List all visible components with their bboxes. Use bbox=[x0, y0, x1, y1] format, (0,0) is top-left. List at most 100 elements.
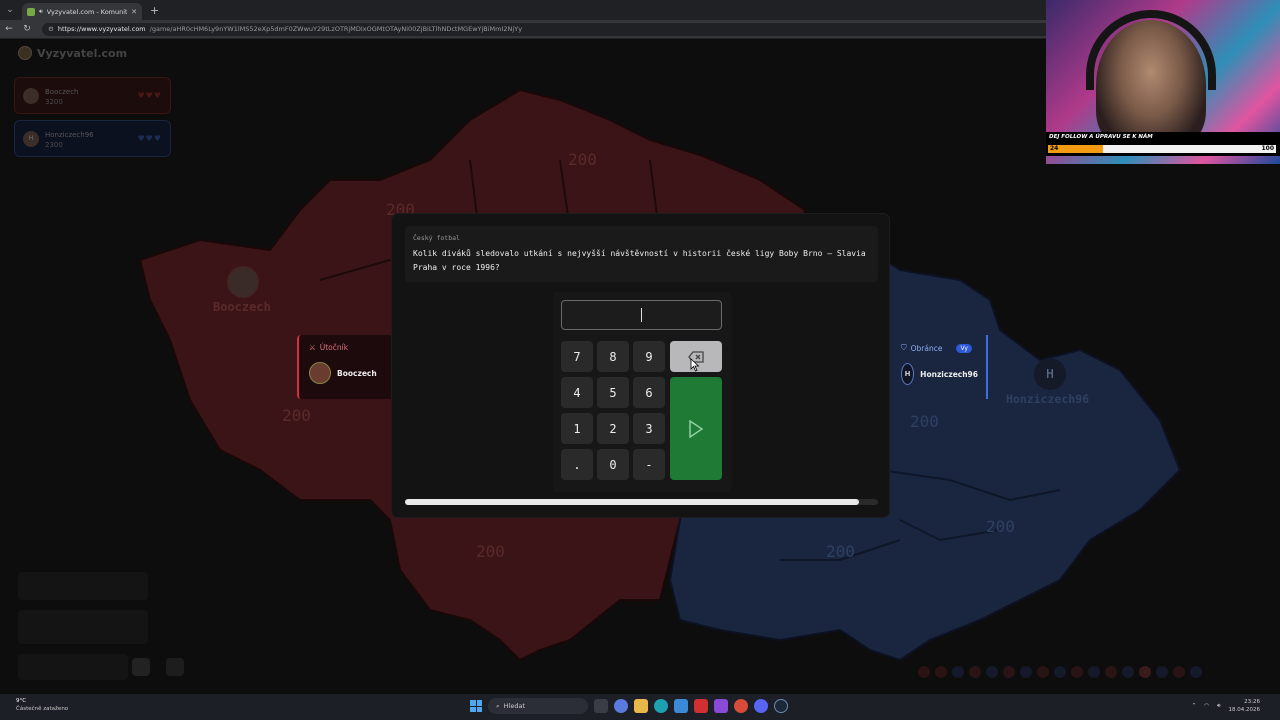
defender-panel: ⛉ Obránce Vy H Honziczech96 bbox=[893, 335, 988, 399]
headset-icon bbox=[1086, 10, 1216, 90]
key-8[interactable]: 8 bbox=[597, 341, 629, 372]
avatar bbox=[309, 362, 331, 384]
key-5[interactable]: 5 bbox=[597, 377, 629, 408]
text-caret bbox=[641, 308, 642, 322]
territory-value[interactable]: 200 bbox=[282, 406, 311, 425]
steam-icon[interactable] bbox=[774, 699, 788, 713]
avatar: H bbox=[23, 130, 39, 147]
weather-desc: Částečně zataženo bbox=[16, 706, 69, 712]
reload-icon[interactable]: ↻ bbox=[18, 24, 36, 34]
question-modal: Český fotbal Kolik diváků sledovalo utká… bbox=[392, 214, 889, 517]
volume-icon[interactable]: 🔊︎ bbox=[1217, 703, 1220, 710]
edge-icon[interactable] bbox=[654, 699, 668, 713]
chat-panel bbox=[18, 610, 148, 644]
player-card-red: Booczech 3200 ♥♥♥ bbox=[14, 77, 171, 114]
avatar bbox=[23, 87, 39, 104]
clock-date: 18.04.2026 bbox=[1228, 707, 1261, 713]
copilot-icon[interactable] bbox=[614, 699, 628, 713]
you-badge: Vy bbox=[956, 343, 972, 353]
system-tray: ⌃ ◠ 🔊︎ 23:26 18.04.2026 bbox=[1192, 698, 1260, 714]
follow-goal-bar: DEJ FOLLOW A ÚPRAVU SE K NÁM 24 100 bbox=[1046, 132, 1280, 156]
player-name: Booczech bbox=[45, 87, 79, 96]
url-path: /game/aHR0cHM6Ly9nYW1lMS52eXp5dmF0ZWwuY2… bbox=[149, 25, 523, 33]
player-score: 2300 bbox=[45, 140, 63, 149]
send-button[interactable] bbox=[132, 658, 150, 676]
blue-base-name: Honziczech96 bbox=[1006, 392, 1090, 406]
territory-value[interactable]: 200 bbox=[986, 517, 1015, 536]
site-logo[interactable]: Vyzyvatel.com bbox=[18, 46, 127, 60]
url-field[interactable]: ⚙︎ https://www.vyzyvatel.com/game/aHR0cH… bbox=[42, 22, 1062, 36]
back-icon[interactable]: ← bbox=[0, 24, 18, 34]
chat-panel bbox=[18, 572, 148, 600]
defender-name: Honziczech96 bbox=[920, 369, 978, 379]
player-card-blue: H Honziczech96 2300 ♥♥♥ bbox=[14, 120, 171, 157]
taskbar-apps: ⌕ Hledat bbox=[470, 698, 788, 714]
red-base-avatar bbox=[227, 266, 259, 298]
player-name: Honziczech96 bbox=[45, 130, 94, 139]
emoji-button[interactable] bbox=[166, 658, 184, 676]
goal-current: 24 bbox=[1050, 145, 1059, 152]
key-2[interactable]: 2 bbox=[597, 413, 629, 444]
territory-value[interactable]: 200 bbox=[826, 542, 855, 561]
time-progress-bar bbox=[405, 499, 878, 505]
sword-icon: ⚔︎ bbox=[309, 343, 316, 352]
keypad-panel: 7 8 9 4 5 6 1 2 3 . 0 - bbox=[553, 292, 731, 492]
discord-icon[interactable] bbox=[754, 699, 768, 713]
follow-banner: DEJ FOLLOW A ÚPRAVU SE K NÁM bbox=[1049, 134, 1153, 140]
windows-taskbar: 9°C Částečně zataženo ⌕ Hledat ⌃ ◠ 🔊︎ 23… bbox=[0, 694, 1280, 720]
store-icon[interactable] bbox=[674, 699, 688, 713]
time-progress-fill bbox=[405, 499, 860, 505]
taskbar-search[interactable]: ⌕ Hledat bbox=[488, 698, 588, 714]
key-3[interactable]: 3 bbox=[633, 413, 665, 444]
youtube-icon[interactable] bbox=[694, 699, 708, 713]
logo-text: Vyzyvatel.com bbox=[37, 46, 128, 60]
avatar: H bbox=[901, 363, 915, 385]
key-1[interactable]: 1 bbox=[561, 413, 593, 444]
key-0[interactable]: 0 bbox=[597, 449, 629, 480]
twitch-icon[interactable] bbox=[714, 699, 728, 713]
territory-value[interactable]: 200 bbox=[568, 150, 597, 169]
webcam-overlay: DEJ FOLLOW A ÚPRAVU SE K NÁM 24 100 bbox=[1046, 0, 1280, 164]
key-decimal[interactable]: . bbox=[561, 449, 593, 480]
task-view-icon[interactable] bbox=[594, 699, 608, 713]
logo-icon bbox=[18, 46, 32, 60]
start-icon[interactable] bbox=[470, 700, 482, 712]
speaker-icon: 🔊︎ bbox=[39, 7, 43, 15]
territory-value[interactable]: 200 bbox=[910, 412, 939, 431]
question-category: Český fotbal bbox=[413, 234, 460, 242]
attacker-panel: ⚔︎ Útočník Booczech bbox=[297, 335, 397, 399]
key-6[interactable]: 6 bbox=[633, 377, 665, 408]
attacker-name: Booczech bbox=[337, 368, 377, 378]
site-favicon-icon bbox=[27, 7, 35, 16]
file-explorer-icon[interactable] bbox=[634, 699, 648, 713]
tab-menu-icon[interactable]: ⌄ bbox=[0, 0, 20, 20]
territory-value[interactable]: 200 bbox=[476, 542, 505, 561]
taskbar-clock[interactable]: 23:26 18.04.2026 bbox=[1229, 698, 1261, 714]
new-tab-icon[interactable]: + bbox=[150, 4, 159, 17]
tab-close-icon[interactable]: ✕ bbox=[131, 8, 137, 16]
key-7[interactable]: 7 bbox=[561, 341, 593, 372]
player-score: 3200 bbox=[45, 97, 63, 106]
browser-tab[interactable]: 🔊︎ Vyzyvatel.com - Komunitní vě ✕ bbox=[22, 3, 142, 20]
site-info-icon[interactable]: ⚙︎ bbox=[48, 25, 54, 33]
goal-track: 24 100 bbox=[1048, 145, 1276, 153]
key-9[interactable]: 9 bbox=[633, 341, 665, 372]
wifi-icon[interactable]: ◠ bbox=[1204, 703, 1209, 709]
search-icon: ⌕ bbox=[496, 701, 500, 710]
submit-button[interactable] bbox=[670, 377, 722, 480]
answer-input[interactable] bbox=[561, 300, 722, 330]
shield-icon: ⛉ bbox=[901, 343, 907, 352]
tray-chevron-icon[interactable]: ⌃ bbox=[1192, 703, 1197, 709]
key-minus[interactable]: - bbox=[633, 449, 665, 480]
question-box: Český fotbal Kolik diváků sledovalo utká… bbox=[405, 226, 878, 282]
lives-hearts-icon: ♥♥♥ bbox=[137, 91, 162, 100]
lives-hearts-icon: ♥♥♥ bbox=[137, 134, 162, 143]
chrome-icon[interactable] bbox=[734, 699, 748, 713]
url-domain: https://www.vyzyvatel.com bbox=[57, 25, 146, 33]
weather-temp: 9°C bbox=[16, 698, 27, 704]
mouse-cursor-icon bbox=[690, 358, 700, 372]
chat-input[interactable] bbox=[18, 654, 128, 680]
key-4[interactable]: 4 bbox=[561, 377, 593, 408]
weather-widget[interactable]: 9°C Částečně zataženo bbox=[16, 697, 68, 713]
blue-base-avatar: H bbox=[1034, 358, 1066, 390]
